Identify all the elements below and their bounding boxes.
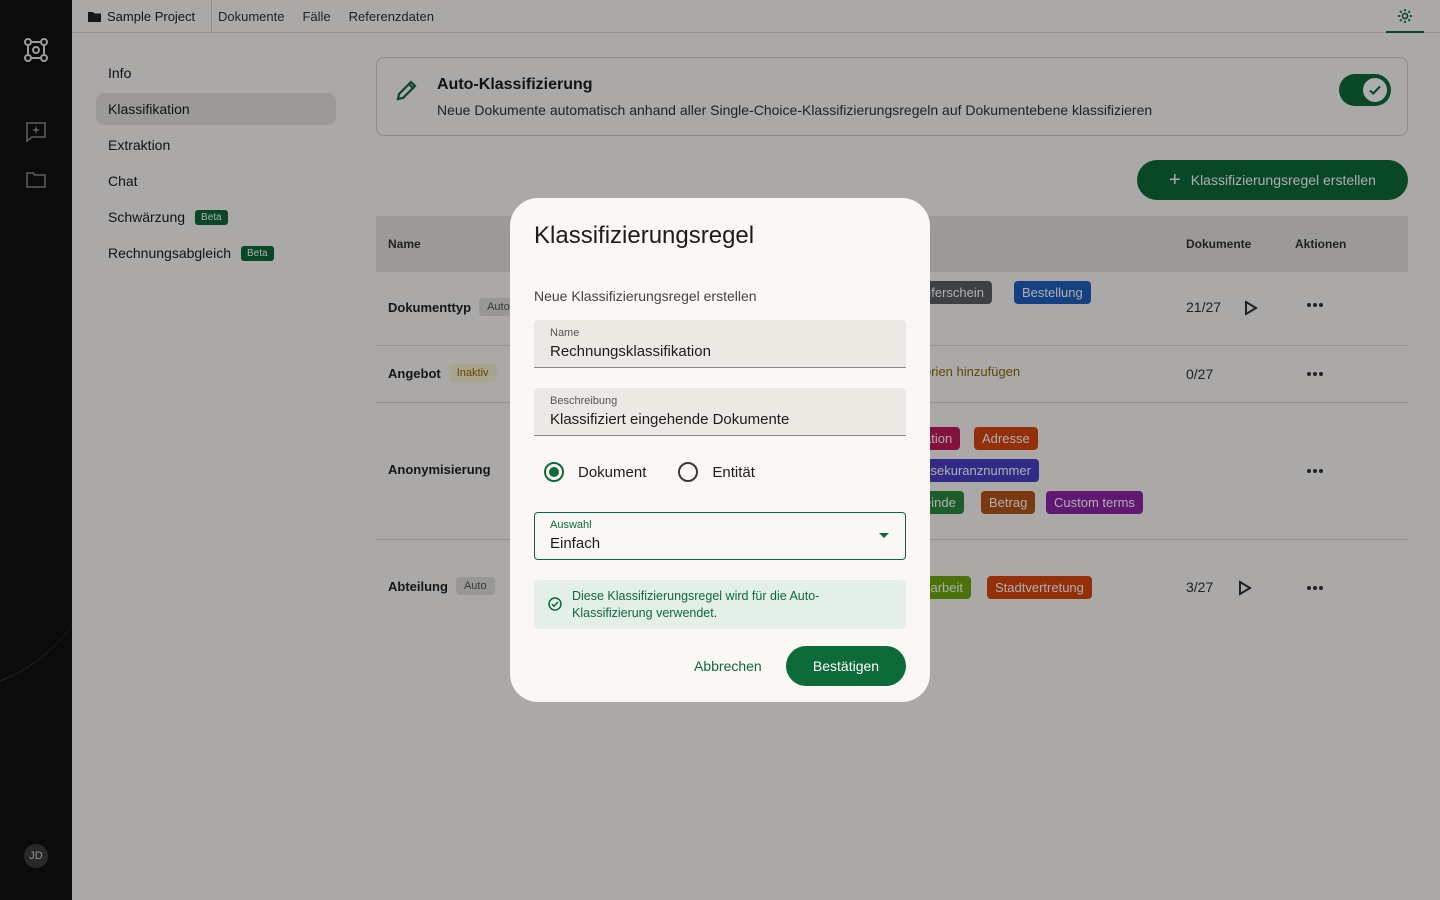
select-label: Auswahl xyxy=(550,519,592,531)
confirm-button[interactable]: Bestätigen xyxy=(786,646,906,686)
selection-type-select[interactable]: Auswahl Einfach xyxy=(534,512,906,560)
radio-circle-selected xyxy=(544,462,564,482)
radio-circle xyxy=(678,462,699,482)
dropdown-arrow-icon xyxy=(879,533,889,538)
name-field[interactable]: Name Rechnungsklassifikation xyxy=(534,320,906,368)
select-value: Einfach xyxy=(550,535,601,552)
description-field[interactable]: Beschreibung Klassifiziert eingehende Do… xyxy=(534,388,906,436)
radio-entity[interactable]: Entität xyxy=(668,462,755,482)
description-field-label: Beschreibung xyxy=(550,395,618,407)
info-text: Diese Klassifizierungsregel wird für die… xyxy=(572,589,820,620)
classification-rule-dialog: Klassifizierungsregel Neue Klassifizieru… xyxy=(510,198,930,702)
name-field-label: Name xyxy=(550,327,580,339)
name-field-value: Rechnungsklassifikation xyxy=(550,343,711,360)
radio-document-label: Dokument xyxy=(578,463,647,481)
scope-radio-group: Dokument Entität xyxy=(534,462,777,482)
description-field-value: Klassifiziert eingehende Dokumente xyxy=(550,411,790,428)
cancel-button[interactable]: Abbrechen xyxy=(686,646,770,686)
radio-document[interactable]: Dokument xyxy=(534,462,646,482)
dialog-subtitle: Neue Klassifizierungsregel erstellen xyxy=(534,288,757,304)
radio-entity-label: Entität xyxy=(712,463,755,481)
check-circle-icon xyxy=(548,597,562,611)
info-alert: Diese Klassifizierungsregel wird für die… xyxy=(534,580,906,629)
dialog-title: Klassifizierungsregel xyxy=(534,222,755,249)
